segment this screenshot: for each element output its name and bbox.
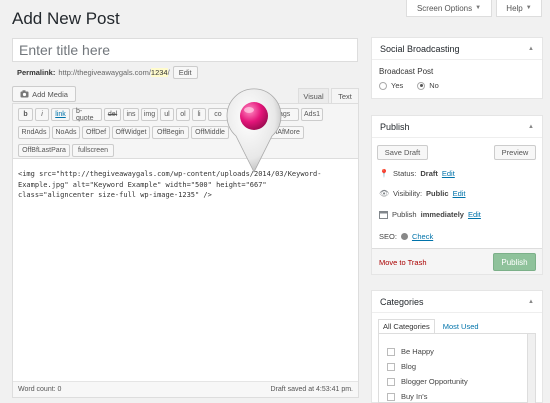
schedule-value: immediately	[420, 210, 464, 219]
seo-check-link[interactable]: Check	[412, 232, 433, 241]
qt-ins-button[interactable]: ins	[123, 108, 139, 121]
social-broadcasting-header[interactable]: Social Broadcasting ▲	[372, 38, 542, 60]
pin-icon: 📍	[379, 169, 389, 178]
qt-rndads-button[interactable]: RndAds	[18, 126, 50, 139]
content-line-3: class="aligncenter size-full wp-image-12…	[18, 191, 212, 199]
qt-li-button[interactable]: li	[192, 108, 206, 121]
radio-no[interactable]	[417, 81, 426, 90]
categories-scrollbar[interactable]	[527, 334, 535, 403]
qt-link-button[interactable]: link	[51, 108, 70, 121]
qt-bquote-button[interactable]: b-quote	[72, 108, 102, 122]
eye-icon: 👁	[379, 189, 390, 198]
status-value: Draft	[420, 169, 438, 178]
permalink-label: Permalink:	[17, 68, 56, 77]
categories-header[interactable]: Categories ▲	[372, 291, 542, 313]
add-media-button[interactable]: Add Media	[12, 86, 76, 102]
visibility-label: Visibility:	[393, 189, 423, 198]
help-button[interactable]: Help ▼	[496, 0, 542, 17]
collapse-toggle-icon[interactable]: ▲	[528, 124, 534, 130]
broadcast-options: Yes No	[379, 81, 439, 90]
radio-yes-label: Yes	[391, 81, 404, 90]
category-checkbox[interactable]	[387, 347, 395, 356]
editor-content[interactable]: <img src="http://thegiveawaygals.com/wp-…	[18, 169, 354, 201]
categories-title: Categories	[380, 296, 424, 307]
qt-bold-button[interactable]: b	[18, 108, 33, 121]
category-label: Blogger Opportunity	[401, 377, 468, 386]
category-checkbox[interactable]	[387, 377, 395, 386]
move-to-trash-link[interactable]: Move to Trash	[379, 258, 427, 267]
camera-icon	[20, 90, 29, 98]
tab-all-categories[interactable]: All Categories	[378, 319, 435, 334]
add-media-label: Add Media	[32, 89, 68, 99]
calendar-icon	[379, 211, 388, 219]
tab-visual[interactable]: Visual	[298, 88, 329, 103]
visibility-value: Public	[426, 189, 449, 198]
help-label: Help	[506, 3, 523, 13]
radio-no-label: No	[429, 81, 439, 90]
publish-button[interactable]: Publish	[493, 253, 536, 271]
caret-down-icon: ▼	[475, 5, 482, 11]
permalink-slug[interactable]: 1234	[150, 68, 168, 77]
categories-tabs: All Categories Most Used	[378, 319, 479, 334]
visibility-row: 👁 Visibility: Public Edit	[379, 189, 466, 198]
category-label: Be Happy	[401, 347, 434, 356]
qt-fullscreen-button[interactable]: fullscreen	[72, 144, 114, 157]
qt-offdef-button[interactable]: OffDef	[82, 126, 110, 139]
tab-most-used[interactable]: Most Used	[443, 322, 479, 331]
radio-yes[interactable]	[379, 81, 387, 90]
draft-saved-status: Draft saved at 4:53:41 pm.	[270, 386, 354, 393]
status-row: 📍 Status: Draft Edit	[379, 169, 455, 178]
qt-ul-button[interactable]: ul	[160, 108, 174, 121]
status-label: Status:	[393, 169, 417, 178]
category-item: Blog	[387, 362, 416, 371]
social-broadcasting-title: Social Broadcasting	[380, 43, 460, 54]
word-count: Word count: 0	[18, 386, 62, 393]
category-label: Buy In's	[401, 392, 428, 401]
visibility-edit-link[interactable]: Edit	[453, 189, 466, 198]
qt-ol-button[interactable]: ol	[176, 108, 190, 121]
qt-offbflastpara-button[interactable]: OffBfLastPara	[18, 144, 70, 157]
category-item: Be Happy	[387, 347, 434, 356]
qt-noads-button[interactable]: NoAds	[52, 126, 80, 139]
content-line-2: Example.jpg" alt="Keyword Example" width…	[18, 180, 267, 189]
preview-button[interactable]: Preview	[494, 145, 536, 160]
seo-row: SEO: Check	[379, 232, 433, 241]
content-line-1: <img src="http://thegiveawaygals.com/wp-…	[18, 170, 322, 178]
screen-options-button[interactable]: Screen Options ▼	[406, 0, 492, 17]
collapse-toggle-icon[interactable]: ▲	[528, 299, 534, 305]
permalink-row: Permalink: http://thegiveawaygals.com/ 1…	[17, 66, 198, 79]
schedule-row: Publish immediately Edit	[379, 210, 481, 219]
status-edit-link[interactable]: Edit	[442, 169, 455, 178]
permalink-base: http://thegiveawaygals.com/	[58, 68, 151, 77]
qt-italic-button[interactable]: i	[35, 108, 49, 121]
category-item: Blogger Opportunity	[387, 377, 468, 386]
screen-options-label: Screen Options	[416, 3, 473, 13]
seo-label: SEO:	[379, 232, 397, 241]
map-pin-icon	[226, 88, 282, 173]
collapse-toggle-icon[interactable]: ▲	[528, 46, 534, 52]
seo-status-dot-icon	[400, 233, 408, 240]
page-title: Add New Post	[12, 9, 120, 28]
qt-del-button[interactable]: del	[104, 108, 121, 121]
qt-offbegin-button[interactable]: OffBegin	[152, 126, 189, 139]
qt-offwidget-button[interactable]: OffWidget	[112, 126, 150, 139]
save-draft-button[interactable]: Save Draft	[377, 145, 428, 160]
broadcast-post-label: Broadcast Post	[379, 67, 434, 76]
publish-title: Publish	[380, 121, 410, 132]
post-title-input[interactable]: Enter title here	[12, 38, 358, 62]
permalink-edit-button[interactable]: Edit	[172, 66, 198, 79]
category-checkbox[interactable]	[387, 392, 395, 401]
schedule-edit-link[interactable]: Edit	[468, 210, 481, 219]
caret-down-icon: ▼	[525, 5, 532, 11]
category-label: Blog	[401, 362, 417, 371]
qt-ads1-button[interactable]: Ads1	[301, 108, 323, 121]
schedule-label: Publish	[392, 210, 417, 219]
qt-img-button[interactable]: img	[141, 108, 158, 121]
editor-status-bar: Word count: 0 Draft saved at 4:53:41 pm.	[13, 381, 358, 397]
category-item: Buy In's	[387, 392, 427, 401]
tab-text[interactable]: Text	[331, 88, 359, 103]
publish-header[interactable]: Publish ▲	[372, 116, 542, 138]
category-checkbox[interactable]	[387, 362, 395, 371]
